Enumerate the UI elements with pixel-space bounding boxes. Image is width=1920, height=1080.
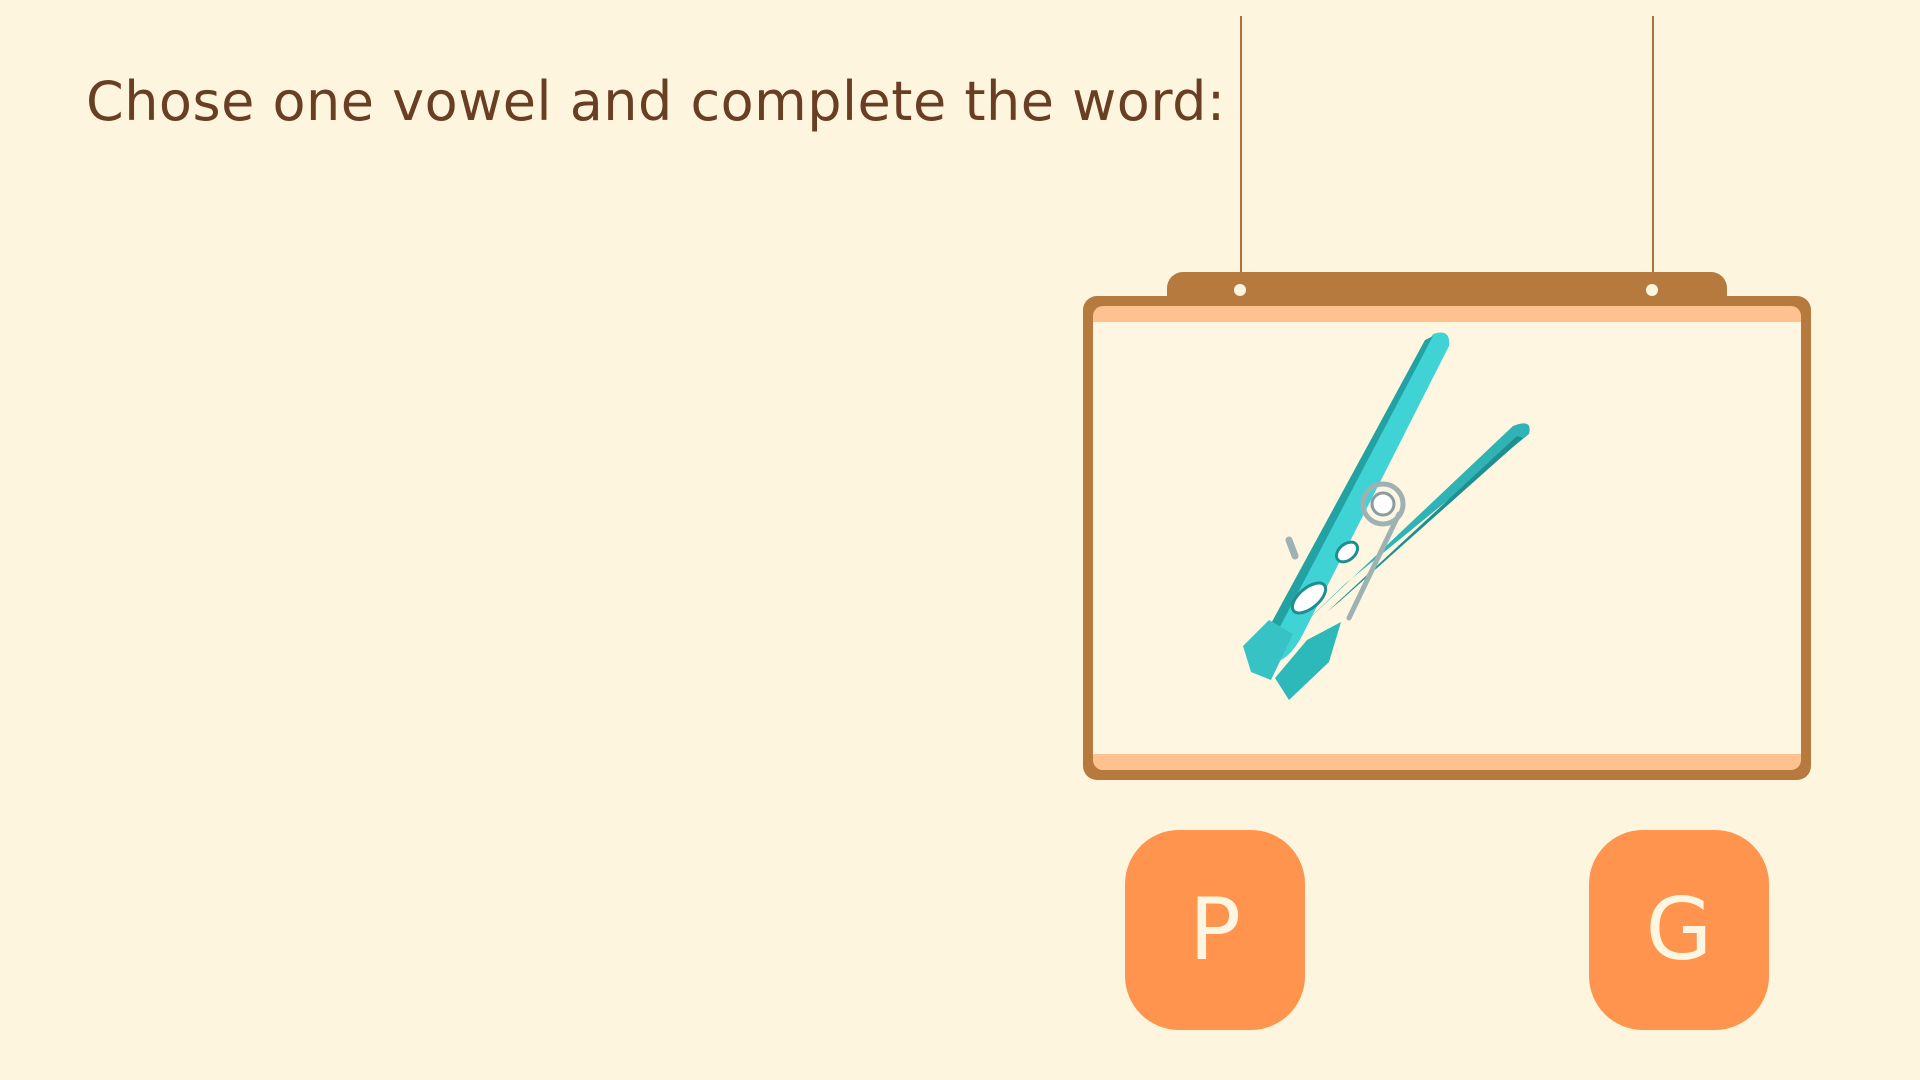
option-button-p[interactable]: P bbox=[1125, 830, 1305, 1030]
picture-area bbox=[1093, 306, 1801, 770]
option-button-g[interactable]: G bbox=[1589, 830, 1769, 1030]
left-nail-icon bbox=[1234, 284, 1246, 296]
right-rope bbox=[1652, 16, 1654, 282]
option-label: P bbox=[1189, 880, 1241, 980]
right-nail-icon bbox=[1646, 284, 1658, 296]
left-rope bbox=[1240, 16, 1242, 282]
instruction-text: Chose one vowel and complete the word: bbox=[86, 70, 1226, 133]
board-frame bbox=[1083, 296, 1811, 780]
option-label: G bbox=[1645, 880, 1713, 980]
clothespin-icon bbox=[1243, 332, 1530, 700]
